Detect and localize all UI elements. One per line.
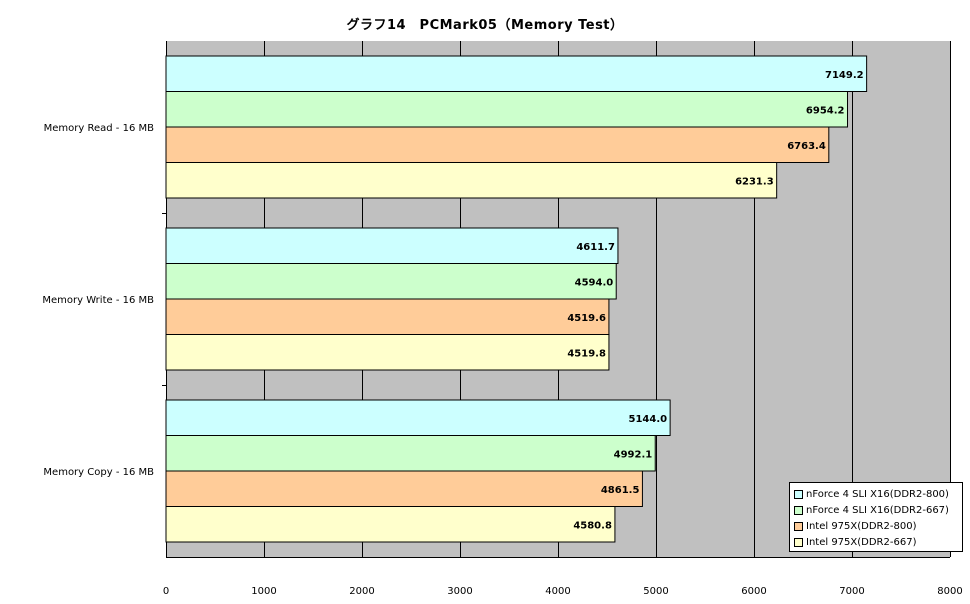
x-tick-label: 8000 — [937, 586, 962, 597]
bar — [165, 227, 619, 264]
bar — [165, 470, 643, 507]
x-tick-label: 4000 — [545, 586, 570, 597]
data-label: 7149.2 — [825, 70, 864, 81]
x-tick-label: 5000 — [643, 586, 668, 597]
legend-entry: nForce 4 SLI X16(DDR2-667) — [794, 502, 962, 518]
data-label: 4992.1 — [614, 449, 653, 460]
legend-swatch — [794, 505, 803, 515]
chart-legend: nForce 4 SLI X16(DDR2-800) nForce 4 SLI X… — [789, 482, 963, 552]
x-tick-label: 7000 — [839, 586, 864, 597]
data-label: 4519.8 — [567, 348, 606, 359]
x-tick-label: 3000 — [447, 586, 472, 597]
bar — [165, 55, 868, 92]
bar — [165, 263, 617, 300]
bar — [165, 162, 778, 199]
data-label: 6954.2 — [806, 105, 845, 116]
x-tick-label: 2000 — [349, 586, 374, 597]
bar — [165, 298, 610, 335]
legend-entry: Intel 975X(DDR2-667) — [794, 534, 962, 550]
data-label: 6763.4 — [787, 141, 826, 152]
legend-swatch — [794, 521, 803, 531]
x-tick-label: 6000 — [741, 586, 766, 597]
bar — [165, 91, 849, 128]
bar — [165, 506, 616, 543]
data-label: 4580.8 — [573, 520, 612, 531]
x-tick-label: 0 — [163, 586, 169, 597]
legend-entry: Intel 975X(DDR2-800) — [794, 518, 962, 534]
legend-swatch — [794, 537, 803, 547]
bar — [165, 334, 610, 371]
legend-label: Intel 975X(DDR2-667) — [806, 536, 917, 548]
category-label: Memory Read - 16 MB — [44, 123, 154, 134]
legend-entry: nForce 4 SLI X16(DDR2-800) — [794, 486, 962, 502]
bar — [165, 399, 671, 436]
legend-label: Intel 975X(DDR2-800) — [806, 520, 917, 532]
data-label: 4594.0 — [575, 277, 614, 288]
legend-label: nForce 4 SLI X16(DDR2-667) — [806, 504, 949, 516]
data-label: 4611.7 — [576, 242, 615, 253]
data-label: 4519.6 — [567, 313, 606, 324]
legend-swatch — [794, 489, 803, 499]
category-label: Memory Write - 16 MB — [42, 295, 154, 306]
x-tick-label: 1000 — [251, 586, 276, 597]
data-label: 5144.0 — [629, 414, 668, 425]
data-label: 6231.3 — [735, 176, 774, 187]
bar — [165, 126, 830, 163]
bar — [165, 435, 656, 472]
category-label: Memory Copy - 16 MB — [43, 467, 154, 478]
data-label: 4861.5 — [601, 485, 640, 496]
legend-label: nForce 4 SLI X16(DDR2-800) — [806, 488, 949, 500]
